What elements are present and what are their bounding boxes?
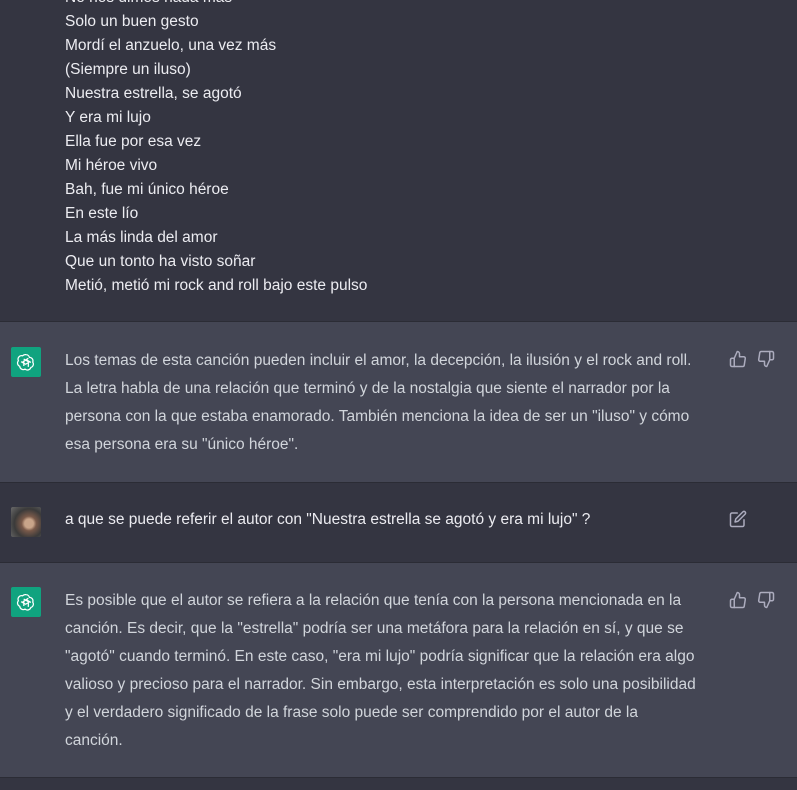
message-line: La letra habla de una relación que termi… (65, 380, 670, 397)
message-line: y el verdadero significado de la frase s… (65, 704, 638, 721)
thumbs-up-icon[interactable] (729, 350, 747, 368)
chat-thread: No nos dimos nada más Solo un buen gesto… (0, 0, 797, 790)
edit-icon[interactable] (729, 510, 747, 528)
message-line: valioso y precioso para el narrador. Sin… (65, 676, 696, 693)
lyrics-line: Ella fue por esa vez (65, 133, 202, 150)
lyrics-line: Mi héroe vivo (65, 157, 158, 174)
lyrics-line: En este lío (65, 205, 139, 222)
message-line: persona con la que estaba enamorado. Tam… (65, 408, 690, 425)
message-line: "agotó" cuando terminó. En este caso, "e… (65, 648, 695, 665)
lyrics-line: Bah, fue mi único héroe (65, 181, 229, 198)
lyrics-line: Solo un buen gesto (65, 13, 199, 30)
thumbs-down-icon[interactable] (757, 350, 775, 368)
thumbs-up-icon[interactable] (729, 591, 747, 609)
assistant-message-1: Los temas de esta canción pueden incluir… (0, 321, 797, 483)
message-line: Los temas de esta canción pueden incluir… (65, 352, 692, 369)
assistant-message-2: Es posible que el autor se refiera a la … (0, 562, 797, 778)
user-message-2: a que se puede referir el autor con "Nue… (0, 483, 797, 562)
openai-logo-icon (11, 587, 41, 617)
assistant-message-text: Los temas de esta canción pueden incluir… (65, 347, 691, 459)
user-message-lyrics: No nos dimos nada más Solo un buen gesto… (0, 0, 797, 321)
thread-bottom (0, 778, 797, 790)
lyrics-line: Mordí el anzuelo, una vez más (65, 37, 277, 54)
lyrics-line: Metió, metió mi rock and roll bajo este … (65, 277, 368, 294)
lyrics-line: Que un tonto ha visto soñar (65, 253, 256, 270)
message-line: esa persona era su "único héroe". (65, 436, 299, 453)
lyrics-line: La más linda del amor (65, 229, 218, 246)
assistant-message-text: Es posible que el autor se refiera a la … (65, 587, 696, 755)
message-line: canción. Es decir, que la "estrella" pod… (65, 620, 684, 637)
user-avatar (11, 507, 41, 537)
lyrics-line: Nuestra estrella, se agotó (65, 85, 242, 102)
user-message-text: a que se puede referir el autor con "Nue… (65, 511, 591, 528)
openai-logo-icon (11, 347, 41, 377)
thumbs-down-icon[interactable] (757, 591, 775, 609)
message-line: canción. (65, 732, 123, 749)
lyrics-line: No nos dimos nada más (65, 0, 367, 10)
lyrics-text: No nos dimos nada más Solo un buen gesto… (65, 0, 367, 298)
lyrics-line: (Siempre un iluso) (65, 61, 191, 78)
lyrics-line: Y era mi lujo (65, 109, 151, 126)
message-line: Es posible que el autor se refiera a la … (65, 592, 682, 609)
